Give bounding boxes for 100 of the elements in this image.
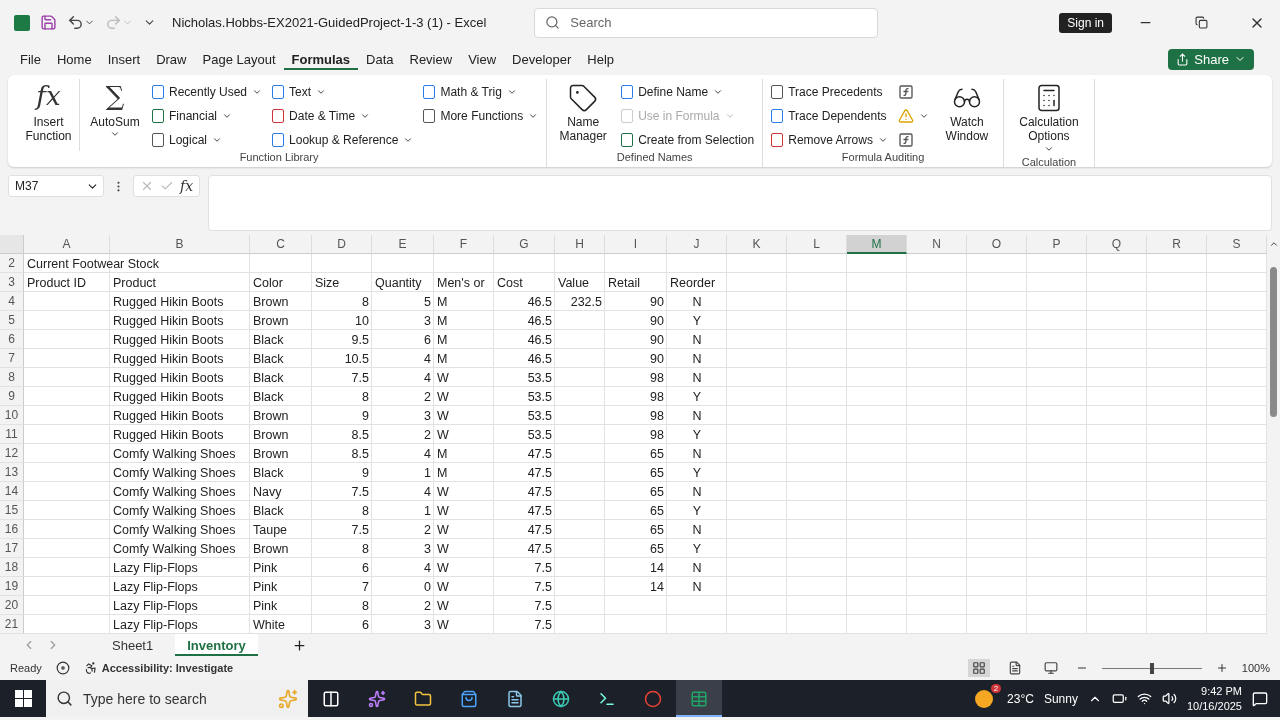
row-header[interactable]: 13 xyxy=(0,463,24,482)
table-cell: Comfy Walking Shoes xyxy=(113,465,236,480)
row-header[interactable]: 7 xyxy=(0,349,24,368)
row-header[interactable]: 12 xyxy=(0,444,24,463)
column-header[interactable]: C xyxy=(250,235,312,254)
column-header[interactable]: R xyxy=(1147,235,1207,254)
ribbon-button[interactable]: Text xyxy=(270,81,416,102)
ribbon-tab[interactable]: File xyxy=(12,45,49,73)
ribbon-tab[interactable]: Formulas xyxy=(283,45,359,73)
spreadsheet-icon[interactable] xyxy=(676,680,722,717)
column-header[interactable]: I xyxy=(605,235,667,254)
column-header[interactable]: F xyxy=(434,235,494,254)
save-icon[interactable] xyxy=(40,14,57,31)
column-header[interactable]: N xyxy=(907,235,967,254)
speaker-icon[interactable] xyxy=(1161,691,1177,706)
table-cell: M xyxy=(437,294,448,309)
column-header[interactable]: A xyxy=(24,235,110,254)
row-header[interactable]: 8 xyxy=(0,368,24,387)
taskbar-search-field[interactable]: Type here to search xyxy=(46,680,308,717)
zoom-in-icon[interactable] xyxy=(1215,662,1228,674)
ribbon-tab[interactable]: Review xyxy=(401,45,461,73)
row-header[interactable]: 19 xyxy=(0,577,24,596)
row-header[interactable]: 11 xyxy=(0,425,24,444)
zoom-level[interactable]: 100% xyxy=(1241,662,1270,674)
insert-function-button[interactable]: fx xyxy=(180,178,194,194)
row-header[interactable]: 4 xyxy=(0,292,24,311)
ribbon-button[interactable]: Recently Used xyxy=(150,81,265,102)
ribbon-button[interactable]: Date & Time xyxy=(270,105,416,126)
sign-in-button[interactable]: Sign in xyxy=(1059,12,1112,33)
macro-record-icon[interactable] xyxy=(55,661,70,675)
wifi-icon[interactable] xyxy=(1136,691,1152,706)
ribbon-tab[interactable]: View xyxy=(460,45,505,73)
battery-icon[interactable] xyxy=(1111,691,1127,706)
ribbon-button[interactable]: Calculation Options xyxy=(1009,79,1088,156)
ribbon-button[interactable]: Trace Dependents xyxy=(769,105,890,126)
undo-icon[interactable] xyxy=(67,14,95,31)
ribbon-tab[interactable]: Page Layout xyxy=(194,45,284,73)
ribbon-button[interactable]: ∑ AutoSum xyxy=(86,79,144,151)
ribbon-tab[interactable]: Help xyxy=(579,45,623,73)
ribbon-button[interactable]: Create from Selection xyxy=(619,129,757,150)
column-header[interactable]: P xyxy=(1027,235,1087,254)
row-header[interactable]: 16 xyxy=(0,520,24,539)
column-header[interactable]: E xyxy=(372,235,434,254)
column-header[interactable]: L xyxy=(787,235,847,254)
ribbon-tab[interactable]: Developer xyxy=(504,45,580,73)
column-header[interactable]: D xyxy=(312,235,372,254)
row-header[interactable]: 20 xyxy=(0,596,24,615)
row-header[interactable]: 15 xyxy=(0,501,24,520)
row-header[interactable]: 21 xyxy=(0,615,24,634)
sheet-tab[interactable]: Sheet1 xyxy=(100,634,166,656)
clock-time[interactable]: 9:42 PM xyxy=(1201,684,1242,699)
grid-view-icon[interactable] xyxy=(967,659,990,677)
ribbon-button[interactable]: Watch Window xyxy=(936,79,997,151)
formula-input[interactable] xyxy=(208,175,1272,231)
row-header[interactable]: 6 xyxy=(0,330,24,349)
weather-sun-icon[interactable] xyxy=(975,689,994,708)
row-header[interactable]: 18 xyxy=(0,558,24,577)
scroll-up-icon[interactable] xyxy=(1268,239,1279,249)
row-header[interactable]: 5 xyxy=(0,311,24,330)
table-cell: Rugged Hikin Boots xyxy=(113,370,224,385)
ribbon-button[interactable]: More Functions xyxy=(421,105,541,126)
ribbon-tab[interactable]: Data xyxy=(358,45,402,73)
search-field[interactable]: Search xyxy=(534,7,879,38)
column-header[interactable]: K xyxy=(727,235,787,254)
row-header[interactable]: 3 xyxy=(0,273,24,292)
column-header[interactable]: H xyxy=(555,235,605,254)
ribbon-button[interactable]: Trace Precedents xyxy=(769,81,890,102)
accessibility-icon[interactable] xyxy=(83,661,98,675)
ribbon-button[interactable]: Logical xyxy=(150,129,265,150)
clock-date[interactable]: 10/16/2025 xyxy=(1186,698,1242,713)
scrollbar-thumb[interactable] xyxy=(1270,267,1277,417)
row-header[interactable]: 17 xyxy=(0,539,24,558)
zoom-slider-thumb[interactable] xyxy=(1149,662,1154,674)
ribbon-button[interactable]: Name Manager xyxy=(553,79,614,151)
ribbon-tab[interactable]: Draw xyxy=(148,45,195,73)
ribbon-tab[interactable]: Home xyxy=(48,45,100,73)
row-header[interactable]: 10 xyxy=(0,406,24,425)
column-header[interactable]: J xyxy=(667,235,727,254)
column-header[interactable]: G xyxy=(494,235,555,254)
ribbon-button[interactable]: Define Name xyxy=(619,81,757,102)
ribbon-button[interactable]: fx Insert Function xyxy=(18,79,80,151)
row-header[interactable]: 9 xyxy=(0,387,24,406)
add-sheet-icon[interactable] xyxy=(291,637,307,653)
ribbon-button[interactable]: Lookup & Reference xyxy=(270,129,416,150)
ribbon-button[interactable]: Financial xyxy=(150,105,265,126)
column-header[interactable]: S xyxy=(1207,235,1267,254)
column-header[interactable]: O xyxy=(967,235,1027,254)
column-header[interactable]: M xyxy=(847,235,907,254)
accessibility-status[interactable]: Accessibility: Investigate xyxy=(101,662,234,674)
column-header[interactable]: Q xyxy=(1087,235,1147,254)
row-header[interactable]: 14 xyxy=(0,482,24,501)
name-box[interactable]: M37 xyxy=(8,175,104,197)
ribbon-button[interactable]: Remove Arrows xyxy=(769,129,890,150)
sheet-tab[interactable]: Inventory xyxy=(175,634,258,656)
share-button[interactable]: Share xyxy=(1168,48,1254,70)
ribbon-tab[interactable]: Insert xyxy=(99,45,149,73)
notifications-icon[interactable] xyxy=(1252,690,1268,707)
column-header[interactable]: B xyxy=(110,235,250,254)
row-header[interactable]: 2 xyxy=(0,254,24,273)
ribbon-button[interactable]: Math & Trig xyxy=(421,81,541,102)
